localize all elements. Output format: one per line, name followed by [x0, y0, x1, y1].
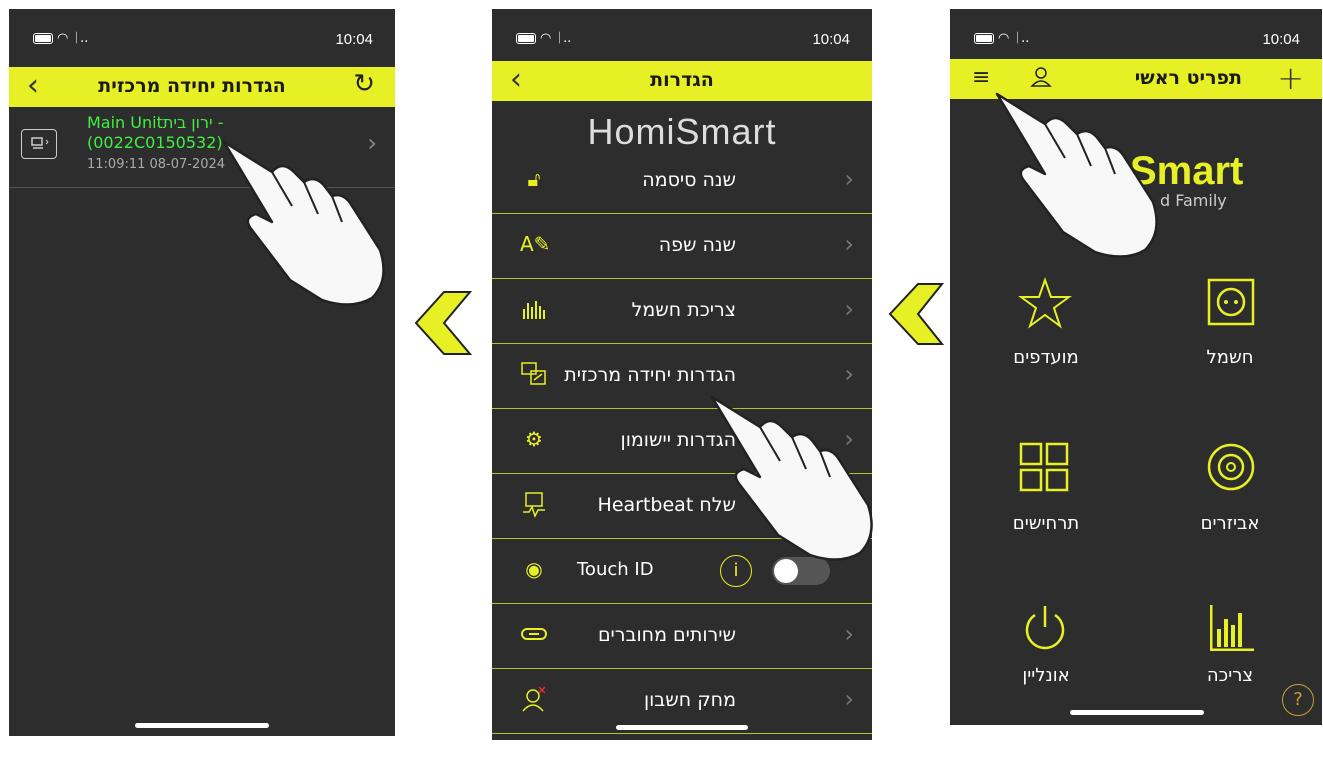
signal-icon: ᛁ..: [555, 31, 572, 46]
flow-arrow-icon: [888, 283, 945, 345]
tile-scenarios[interactable]: תרחישים: [986, 441, 1106, 551]
pointing-hand-icon: [222, 140, 385, 306]
tile-favorites[interactable]: מועדפים: [986, 276, 1106, 387]
unit-timestamp: 11:09:11 08-07-2024: [87, 157, 226, 172]
wifi-icon: ◠: [540, 31, 552, 46]
header-bar: ‹ הגדרות יחידה מרכזית ↻: [9, 67, 395, 107]
wifi-icon: ◠: [998, 31, 1010, 46]
chevron-right-icon: ›: [844, 685, 854, 713]
chevron-right-icon: ›: [844, 360, 854, 388]
target-icon: [1205, 441, 1257, 493]
chevron-right-icon: ›: [844, 295, 854, 323]
central-unit-edit-icon: [520, 360, 548, 388]
flow-arrow-icon: [414, 291, 473, 355]
gear-edit-icon: ⚙︎: [525, 427, 543, 451]
unit-id: (0022C0150532): [87, 133, 223, 152]
back-chevron-icon[interactable]: ‹: [27, 69, 39, 103]
page-title: הגדרות יחידה מרכזית: [98, 75, 286, 97]
chevron-right-icon: ›: [844, 165, 854, 193]
status-bar: ◠ ᛁ.. 10:04: [9, 9, 395, 67]
homismart-logo: HomiSmart: [587, 111, 777, 152]
star-icon: [1017, 276, 1073, 331]
power-icon: [1020, 603, 1070, 653]
chevron-right-icon: ›: [844, 230, 854, 258]
tile-accessories[interactable]: אביזרים: [1170, 441, 1290, 551]
grid-icon: [1018, 441, 1070, 493]
tile-online[interactable]: אונליין: [986, 603, 1106, 713]
page-title: הגדרות: [650, 69, 714, 91]
battery-icon: [974, 33, 994, 44]
heartbeat-icon: [520, 490, 548, 518]
clock: 10:04: [335, 31, 373, 48]
pointing-hand-icon: [995, 92, 1158, 258]
unit-name: Main Unitירון בית -: [87, 113, 224, 132]
home-indicator: [1070, 710, 1204, 715]
help-icon[interactable]: ?: [1282, 684, 1314, 716]
chevron-right-icon: ›: [844, 620, 854, 648]
fingerprint-icon: ◉: [525, 557, 543, 581]
central-unit-icon: [21, 129, 57, 159]
menu-item-power-consumption[interactable]: צריכת חשמל ›: [492, 279, 872, 344]
clock: 10:04: [812, 31, 850, 48]
menu-item-connected-services[interactable]: שירותים מחוברים ›: [492, 604, 872, 669]
language-edit-icon: A✎: [520, 232, 551, 256]
wifi-icon: ◠: [57, 31, 69, 46]
battery-icon: [516, 33, 536, 44]
bar-chart-icon: [1206, 603, 1256, 653]
status-bar: ◠ ᛁ.. 10:04: [492, 9, 872, 67]
add-icon[interactable]: +: [1277, 59, 1304, 97]
refresh-icon[interactable]: ↻: [353, 69, 375, 99]
menu-item-change-language[interactable]: A✎ שנה שפה ›: [492, 214, 872, 279]
signal-icon: ᛁ..: [72, 31, 89, 46]
tile-electricity[interactable]: חשמל: [1170, 277, 1290, 387]
socket-icon: [1206, 277, 1256, 327]
bar-chart-icon: [520, 295, 548, 323]
tile-consumption[interactable]: צריכה: [1170, 603, 1290, 713]
link-icon: [520, 620, 548, 648]
home-indicator: [135, 723, 269, 728]
signal-icon: ᛁ..: [1013, 31, 1030, 46]
battery-icon: [33, 33, 53, 44]
clock: 10:04: [1262, 31, 1300, 48]
lock-edit-icon: 🔓︎: [527, 167, 541, 191]
phone-middle: ◠ ᛁ.. 10:04 ‹ הגדרות HomiSmart 🔓︎ שנה סיס…: [492, 9, 872, 740]
home-indicator: [616, 725, 748, 730]
pointing-hand-icon: [710, 395, 873, 561]
phone-left: ◠ ᛁ.. 10:04 ‹ הגדרות יחידה מרכזית ↻ Main …: [9, 9, 395, 736]
header-bar: ‹ הגדרות: [492, 61, 872, 101]
menu-item-change-password[interactable]: 🔓︎ שנה סיסמה ›: [492, 149, 872, 214]
delete-user-icon: [520, 685, 548, 713]
